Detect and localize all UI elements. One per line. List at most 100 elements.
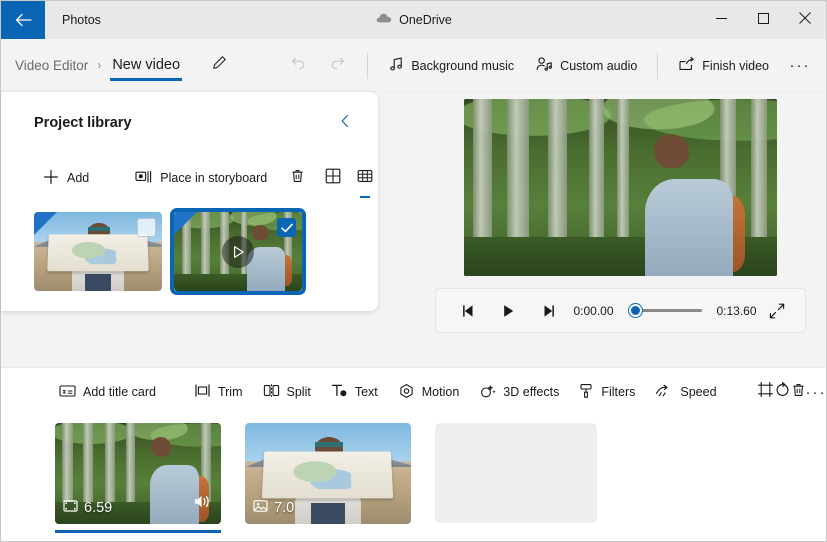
add-title-card-label: Add title card [83,385,156,399]
breadcrumb-separator: › [97,58,102,72]
place-in-storyboard-icon [135,169,152,188]
trim-button[interactable]: Trim [184,376,253,408]
grid-small-icon [357,168,373,189]
share-export-icon [678,56,695,75]
text-button[interactable]: Text [321,376,388,408]
previous-frame-button[interactable] [449,296,489,326]
redo-button[interactable] [318,49,358,83]
toolbar-divider-1 [367,52,369,79]
background-music-label: Background music [411,58,515,73]
back-button[interactable] [1,1,45,39]
view-large-grid-button[interactable] [325,162,341,194]
artwork-map-paper [262,451,394,500]
artwork-body [645,178,733,276]
undo-button[interactable] [278,49,318,83]
video-preview-frame[interactable] [463,99,777,276]
background-music-button[interactable]: Background music [377,49,525,83]
add-title-card-button[interactable]: Add title card [49,376,166,408]
add-media-button[interactable]: Add [34,162,98,194]
film-icon [63,499,78,517]
scrubber-thumb[interactable] [628,304,642,317]
storyboard-clip-map[interactable]: 7.0 [245,423,411,524]
scrubber[interactable] [628,302,702,320]
breadcrumb-video-editor[interactable]: Video Editor [15,58,88,73]
artwork-jeans [311,502,345,524]
speed-label: Speed [680,385,717,399]
library-item-corner-flag [174,212,197,235]
finish-video-button[interactable]: Finish video [667,49,780,83]
total-time: 0:13.60 [716,303,757,318]
library-item-checkbox[interactable] [137,218,156,237]
split-button[interactable]: Split [253,376,321,408]
player-controls: 0:00.00 0:13.60 [434,288,806,333]
toolbar-divider-2 [657,52,659,79]
three-d-effects-button[interactable]: 3D effects [469,376,569,408]
artwork-canopy [55,423,221,470]
collapse-library-button[interactable] [332,110,358,136]
project-library-header: Project library [34,110,358,136]
filters-label: Filters [601,385,636,399]
minimize-button[interactable] [700,1,742,39]
close-button[interactable] [784,1,826,39]
command-bar-actions: Background music Custom audio Finish vid… [278,39,820,92]
onedrive-label: OneDrive [399,13,452,27]
rotate-button[interactable] [774,376,791,408]
breadcrumb-new-video[interactable]: New video [110,57,182,87]
three-d-effects-label: 3D effects [503,385,560,399]
window-controls [700,1,826,39]
custom-audio-button[interactable]: Custom audio [525,49,648,83]
storyboard-clip-forest[interactable]: 6.59 [55,423,221,533]
motion-button[interactable]: Motion [388,376,470,408]
clip-edit-toolbar: Add title card Trim Split Text Motion 3D… [1,368,826,416]
crop-icon [757,381,774,403]
title-card-icon [59,384,76,401]
minimize-icon [715,11,727,29]
crop-button[interactable] [757,376,774,408]
filters-icon [579,383,594,402]
more-options-button[interactable]: ··· [780,49,820,83]
three-d-effects-icon [479,383,496,402]
play-button[interactable] [489,296,529,326]
next-frame-button[interactable] [529,296,569,326]
clip-audio-toggle[interactable] [193,493,212,515]
library-item-checkbox[interactable] [277,218,296,237]
storyboard-more-button[interactable]: ··· [806,376,827,408]
chevron-left-icon [340,114,351,133]
video-preview-area: 0:00.00 0:13.60 [414,92,826,367]
view-small-grid-button[interactable] [357,162,373,198]
text-label: Text [354,385,378,399]
trash-icon [290,168,305,189]
clip-duration-badge: 6.59 [63,499,112,517]
filters-button[interactable]: Filters [569,376,645,408]
maximize-button[interactable] [742,1,784,39]
delete-media-button[interactable] [290,162,305,194]
place-in-storyboard-button[interactable]: Place in storyboard [126,162,276,194]
add-media-label: Add [67,171,90,185]
project-library-toolbar: Add Place in storyboard [34,162,373,198]
app-name: Photos [62,13,101,27]
play-preview-button[interactable] [222,235,254,268]
custom-audio-label: Custom audio [560,58,638,73]
speaker-icon [195,495,209,508]
delete-clip-button[interactable] [791,376,806,408]
library-item-map-photo[interactable] [34,212,162,291]
title-bar: Photos OneDrive [1,1,826,39]
redo-icon [329,55,347,76]
project-library-title: Project library [34,115,132,131]
pencil-icon [212,55,227,75]
editor-upper-region: Project library Add Place in storyboard … [1,92,826,367]
storyboard-empty-slot[interactable] [435,423,597,523]
maximize-icon [757,11,769,29]
clip-duration-value: 7.0 [274,500,295,516]
music-note-icon [388,56,404,75]
library-item-forest-video[interactable] [170,208,306,295]
trim-label: Trim [217,385,243,399]
trash-icon [791,382,806,403]
finish-video-label: Finish video [702,58,769,73]
rename-project-button[interactable] [205,51,233,79]
speed-button[interactable]: Speed [645,376,726,408]
play-icon [504,304,514,317]
clip-duration-badge: 7.0 [253,499,294,517]
fullscreen-button[interactable] [762,296,792,326]
motion-label: Motion [421,385,460,399]
